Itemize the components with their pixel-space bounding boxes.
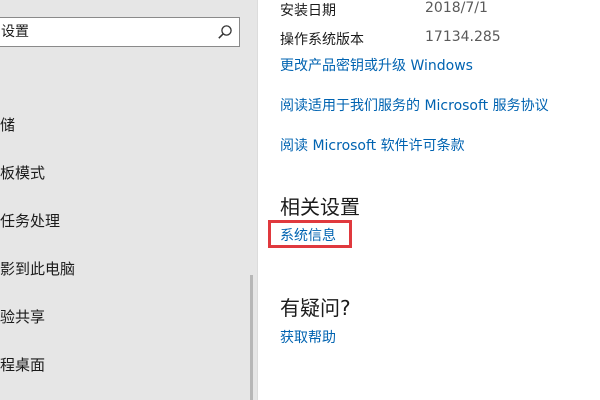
sidebar-item-label: 板模式	[0, 164, 46, 182]
os-build-label: 操作系统版本	[280, 32, 364, 48]
search-icon[interactable]	[217, 24, 233, 40]
get-help-link[interactable]: 获取帮助	[280, 327, 336, 347]
sidebar-item-label: 储	[0, 116, 16, 134]
sidebar: 储 板模式 任务处理 影到此电脑 验共享 程桌面	[0, 0, 258, 400]
sidebar-item-label: 任务处理	[0, 212, 61, 230]
sidebar-item-label: 程桌面	[0, 356, 46, 374]
service-agreement-link[interactable]: 阅读适用于我们服务的 Microsoft 服务协议	[280, 95, 549, 115]
install-date-label: 安装日期	[280, 3, 336, 19]
system-info-link[interactable]: 系统信息	[280, 225, 336, 245]
sidebar-item-label: 影到此电脑	[0, 260, 76, 278]
main-content: 安装日期 2018/7/1 操作系统版本 17134.285 更改产品密钥或升级…	[257, 0, 600, 400]
sidebar-item-projecting[interactable]: 影到此电脑	[0, 249, 256, 289]
related-settings-heading: 相关设置	[280, 195, 360, 219]
install-date-value: 2018/7/1	[425, 0, 488, 16]
sidebar-item-storage[interactable]: 储	[0, 105, 256, 145]
search-input[interactable]	[1, 18, 201, 46]
settings-window: 储 板模式 任务处理 影到此电脑 验共享 程桌面 安装日期 2018/7/1 操…	[0, 0, 600, 400]
change-product-key-link[interactable]: 更改产品密钥或升级 Windows	[280, 55, 473, 75]
sidebar-item-shared-experiences[interactable]: 验共享	[0, 297, 256, 337]
search-box[interactable]	[0, 17, 240, 47]
sidebar-item-tablet-mode[interactable]: 板模式	[0, 153, 256, 193]
sidebar-item-label: 验共享	[0, 308, 46, 326]
sidebar-scrollbar[interactable]	[250, 275, 253, 400]
license-terms-link[interactable]: 阅读 Microsoft 软件许可条款	[280, 135, 465, 155]
sidebar-item-remote-desktop[interactable]: 程桌面	[0, 345, 256, 385]
questions-heading: 有疑问?	[280, 296, 351, 320]
os-build-value: 17134.285	[425, 29, 501, 45]
sidebar-item-multitasking[interactable]: 任务处理	[0, 201, 256, 241]
